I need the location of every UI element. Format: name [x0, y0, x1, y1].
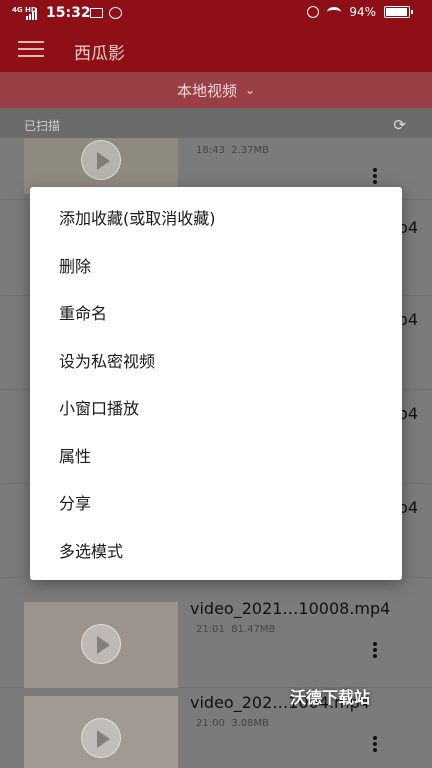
watermark: 沃德下载站	[290, 688, 371, 707]
menu-item-delete[interactable]: 删除	[30, 243, 402, 291]
menu-item-mini-window[interactable]: 小窗口播放	[30, 385, 402, 433]
refresh-icon[interactable]: ⟳	[393, 116, 406, 134]
play-icon	[81, 624, 121, 664]
mail-icon	[90, 8, 103, 18]
more-options-icon[interactable]	[372, 736, 378, 754]
menu-item-favorite[interactable]: 添加收藏(或取消收藏)	[30, 195, 402, 243]
scanned-label: 已扫描	[24, 119, 61, 133]
video-meta: 21:01 81.47MB	[196, 624, 276, 635]
video-meta: 21:00 3.08MB	[196, 718, 269, 729]
video-name: video_2021…10008.mp4	[190, 599, 391, 618]
battery-icon	[384, 6, 413, 18]
video-thumbnail[interactable]	[24, 602, 178, 688]
video-row[interactable]: video_2021…10008.mp4 21:01 81.47MB	[0, 594, 432, 688]
list-header: 已扫描 ⟳	[0, 108, 432, 138]
play-icon	[81, 718, 121, 758]
play-icon	[81, 140, 121, 180]
app-title: 西瓜影	[74, 44, 125, 64]
menu-item-rename[interactable]: 重命名	[30, 290, 402, 338]
source-selector-label: 本地视频	[176, 81, 237, 100]
menu-item-share[interactable]: 分享	[30, 480, 402, 528]
video-thumbnail[interactable]	[24, 696, 178, 768]
status-bar: 4G HD 15:32 94%	[0, 0, 432, 28]
status-time: 15:32	[46, 5, 91, 21]
hamburger-menu-icon[interactable]	[18, 41, 44, 59]
wifi-icon	[327, 7, 342, 17]
source-selector[interactable]: 本地视频 ⌄	[0, 72, 432, 108]
context-menu-dialog: 添加收藏(或取消收藏) 删除 重命名 设为私密视频 小窗口播放 属性 分享 多选…	[30, 187, 402, 580]
video-meta: 18:43 2.37MB	[196, 145, 269, 156]
menu-item-properties[interactable]: 属性	[30, 433, 402, 481]
status-right: 94%	[307, 5, 413, 19]
app-toolbar: 西瓜影	[0, 28, 432, 72]
video-thumbnail[interactable]	[24, 138, 178, 194]
menu-item-set-private[interactable]: 设为私密视频	[30, 338, 402, 386]
signal-icon	[26, 8, 38, 20]
chevron-down-icon: ⌄	[244, 83, 256, 97]
battery-percent: 94%	[349, 5, 376, 19]
chat-icon	[109, 7, 122, 19]
more-options-icon[interactable]	[372, 168, 378, 186]
more-options-icon[interactable]	[372, 642, 378, 660]
alarm-icon	[307, 6, 320, 18]
menu-item-multi-select[interactable]: 多选模式	[30, 528, 402, 576]
